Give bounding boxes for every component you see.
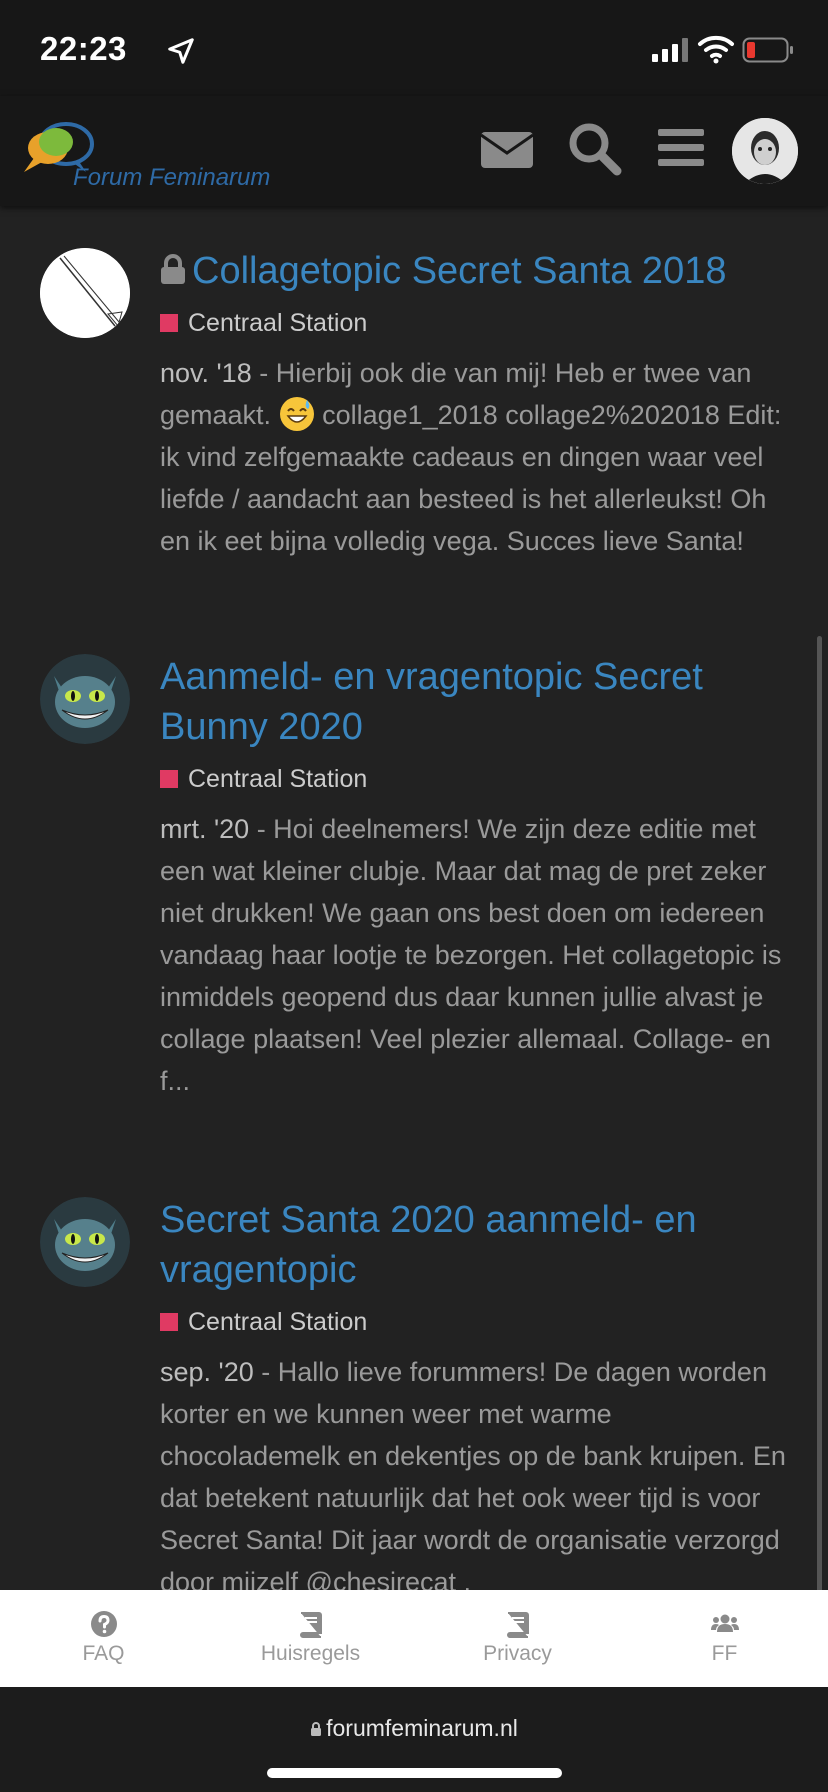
- location-arrow-icon: [168, 38, 194, 64]
- footer-link-faq[interactable]: FAQ: [0, 1590, 207, 1687]
- logo-text: Forum Feminarum: [73, 164, 271, 191]
- category-link[interactable]: Centraal Station: [160, 1305, 790, 1339]
- sweat-smile-emoji-icon: [279, 397, 314, 431]
- author-avatar[interactable]: [40, 248, 130, 338]
- footer-link-privacy[interactable]: Privacy: [414, 1590, 621, 1687]
- question-circle-icon: [90, 1611, 117, 1637]
- battery-low-icon: [742, 37, 793, 63]
- users-icon: [710, 1614, 739, 1632]
- category-link[interactable]: Centraal Station: [160, 306, 790, 340]
- footer-link-label: Huisregels: [260, 1642, 361, 1665]
- status-bar: 22:23: [0, 0, 828, 96]
- category-name: Centraal Station: [188, 1308, 368, 1336]
- excerpt-text: - Hoi deelnemers! We zijn deze editie me…: [160, 814, 782, 1096]
- browser-address-bar[interactable]: forumfeminarum.nl: [0, 1687, 828, 1792]
- url-display[interactable]: forumfeminarum.nl: [0, 1715, 828, 1742]
- post-date: mrt. '20: [160, 814, 250, 844]
- status-time: 22:23: [40, 30, 127, 67]
- book-icon: [299, 1612, 322, 1638]
- site-header: Forum Feminarum: [0, 96, 828, 206]
- category-link[interactable]: Centraal Station: [160, 762, 790, 796]
- url-text: forumfeminarum.nl: [326, 1715, 518, 1741]
- post-date: sep. '20: [160, 1357, 254, 1387]
- footer-link-huisregels[interactable]: Huisregels: [207, 1590, 414, 1687]
- author-avatar[interactable]: [40, 1197, 130, 1287]
- post-date: nov. '18: [160, 358, 252, 388]
- topic-title-text: Collagetopic Secret Santa 2018: [192, 250, 727, 292]
- topic-excerpt: mrt. '20 - Hoi deelnemers! We zijn deze …: [160, 808, 790, 1102]
- home-indicator[interactable]: [267, 1768, 562, 1778]
- envelope-icon[interactable]: [478, 120, 536, 176]
- cellular-signal-icon: [652, 38, 688, 62]
- topic-title-link[interactable]: Collagetopic Secret Santa 2018: [160, 246, 790, 296]
- footer-link-label: FF: [711, 1642, 738, 1665]
- book-icon: [506, 1612, 529, 1638]
- footer-link-ff[interactable]: FF: [621, 1590, 828, 1687]
- footer-link-label: Privacy: [483, 1642, 552, 1665]
- category-name: Centraal Station: [188, 765, 368, 793]
- topic-list: Collagetopic Secret Santa 2018 Centraal …: [0, 206, 828, 1590]
- footer-link-label: FAQ: [82, 1642, 125, 1665]
- lock-icon: [161, 254, 185, 284]
- user-avatar[interactable]: [732, 118, 798, 184]
- hamburger-menu-icon[interactable]: [652, 120, 710, 176]
- lock-icon: [311, 1722, 322, 1736]
- topic-excerpt: sep. '20 - Hallo lieve forummers! De dag…: [160, 1351, 790, 1590]
- footer-nav: FAQ Huisregels Privacy FF: [0, 1590, 828, 1687]
- category-swatch: [160, 314, 178, 332]
- category-swatch: [160, 770, 178, 788]
- topic-title-link[interactable]: Secret Santa 2020 aanmeld- en vragentopi…: [160, 1195, 790, 1295]
- topic-title-link[interactable]: Aanmeld- en vragentopic Secret Bunny 202…: [160, 652, 790, 752]
- scrollbar[interactable]: [817, 636, 822, 1590]
- category-name: Centraal Station: [188, 309, 368, 337]
- author-avatar[interactable]: [40, 654, 130, 744]
- wifi-icon: [698, 35, 734, 64]
- excerpt-text: - Hallo lieve forummers! De dagen worden…: [160, 1357, 786, 1590]
- category-swatch: [160, 1313, 178, 1331]
- topic-excerpt: nov. '18 - Hierbij ook die van mij! Heb …: [160, 352, 790, 562]
- search-icon[interactable]: [565, 120, 623, 176]
